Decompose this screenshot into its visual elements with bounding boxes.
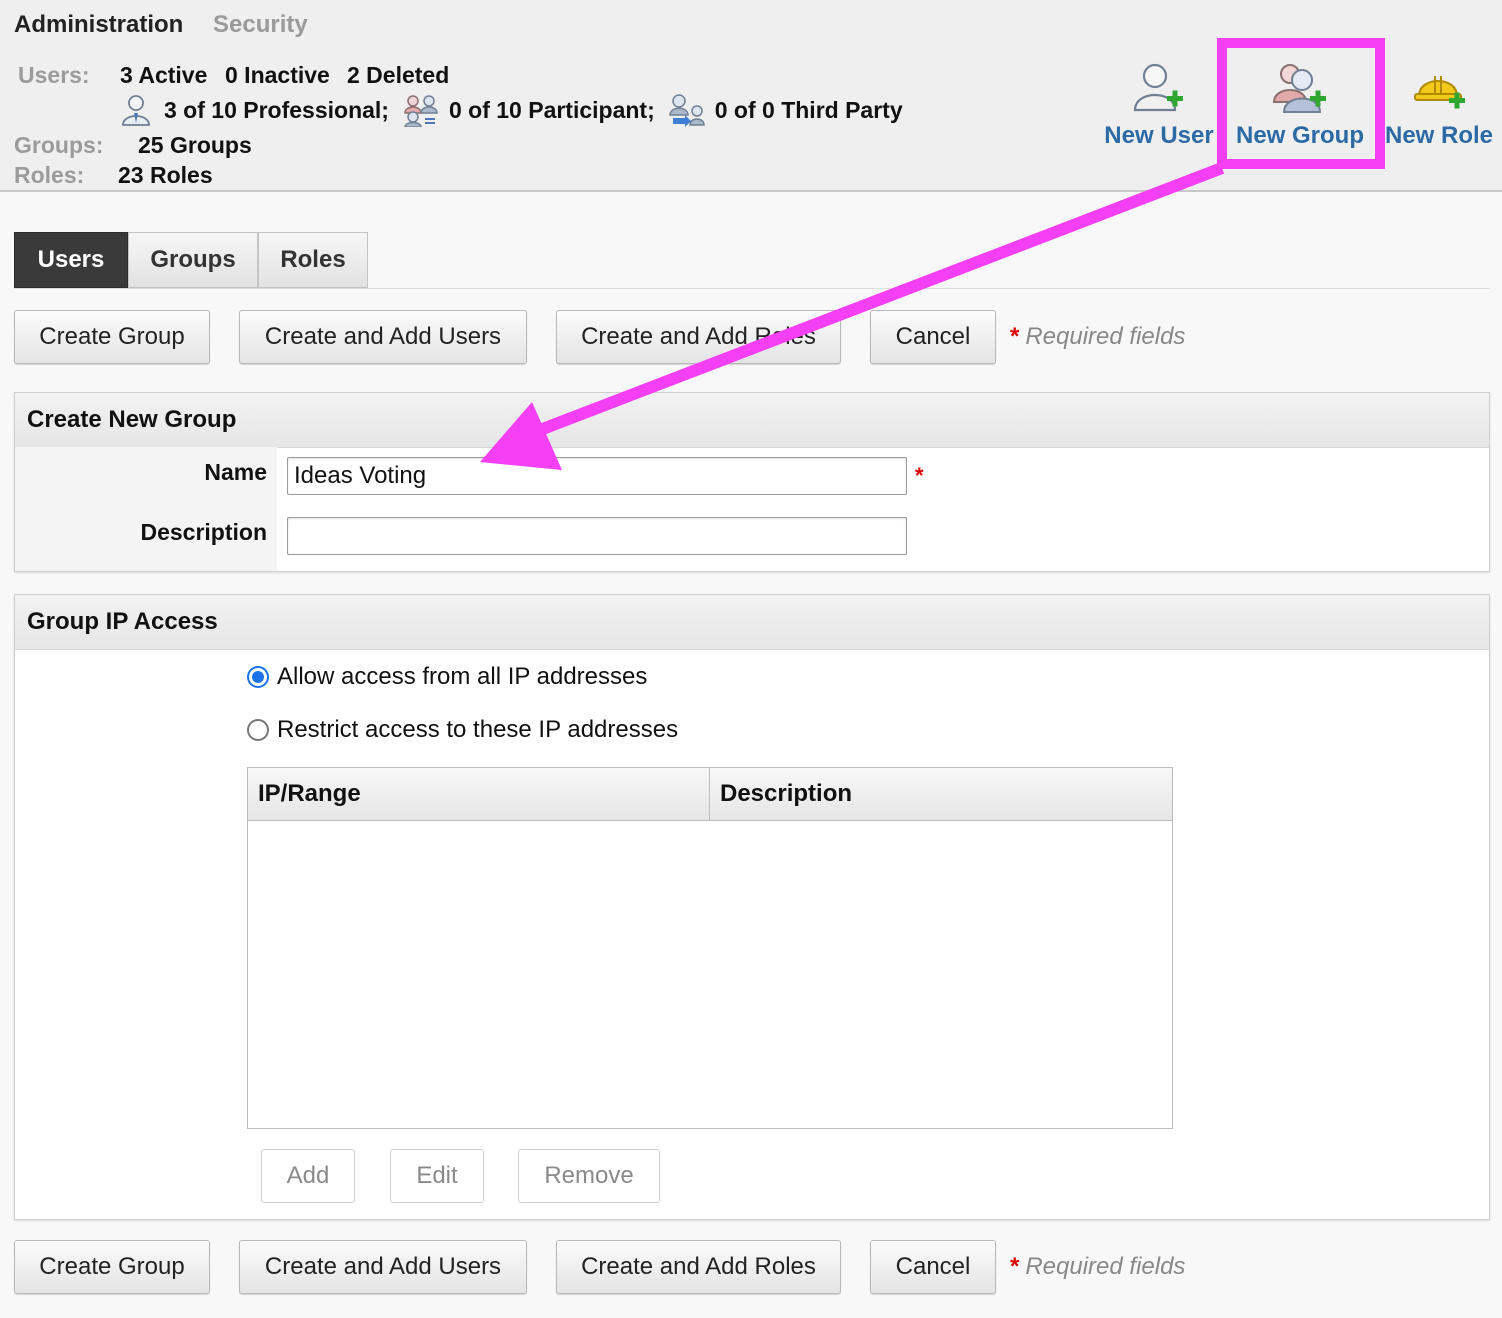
required-fields-text-bottom: Required fields [1025, 1253, 1185, 1280]
roles-count: 23 Roles [118, 162, 213, 189]
create-group-button-bottom[interactable]: Create Group [14, 1240, 210, 1294]
group-description-input[interactable] [287, 517, 907, 555]
column-header-description[interactable]: Description [710, 768, 1172, 820]
users-active-count: 3 Active [120, 62, 207, 89]
users-inactive-count: 0 Inactive [225, 62, 330, 89]
column-header-ip-range[interactable]: IP/Range [248, 768, 710, 820]
required-star: * [1010, 323, 1019, 350]
professional-user-icon [118, 93, 154, 127]
allow-all-ip-radio[interactable] [247, 666, 269, 688]
required-fields-note: *Required fields [1010, 323, 1185, 351]
create-group-button[interactable]: Create Group [14, 310, 210, 364]
new-user-label: New User [1104, 122, 1213, 150]
annotation-arrow-shaft [540, 168, 1222, 430]
group-ip-access-panel: Group IP Access Allow access from all IP… [14, 594, 1490, 1220]
tab-users[interactable]: Users [14, 232, 128, 288]
roles-label: Roles: [14, 162, 84, 189]
group-ip-access-title: Group IP Access [15, 595, 1489, 650]
new-role-label: New Role [1385, 122, 1493, 150]
tab-roles[interactable]: Roles [258, 232, 368, 288]
name-required-star: * [915, 463, 924, 489]
allow-all-ip-label: Allow access from all IP addresses [277, 663, 647, 691]
breadcrumb-administration[interactable]: Administration [14, 11, 183, 39]
required-fields-text: Required fields [1025, 323, 1185, 350]
restrict-ip-option[interactable]: Restrict access to these IP addresses [247, 716, 678, 744]
create-and-add-users-button-bottom[interactable]: Create and Add Users [239, 1240, 527, 1294]
required-star-bottom: * [1010, 1253, 1019, 1280]
users-deleted-count: 2 Deleted [347, 62, 449, 89]
new-user-icon [1131, 60, 1187, 116]
ip-table-body [248, 821, 1172, 1129]
cancel-button[interactable]: Cancel [870, 310, 996, 364]
new-group-icon [1272, 60, 1328, 116]
create-and-add-roles-button-bottom[interactable]: Create and Add Roles [556, 1240, 841, 1294]
new-group-button[interactable]: New Group [1230, 60, 1370, 160]
license-summary: 3 of 10 Professional; 0 of 10 Participan… [118, 92, 917, 128]
required-fields-note-bottom: *Required fields [1010, 1253, 1185, 1281]
tab-groups[interactable]: Groups [128, 232, 258, 288]
new-role-button[interactable]: New Role [1384, 60, 1494, 160]
restrict-ip-label: Restrict access to these IP addresses [277, 716, 678, 744]
new-user-button[interactable]: New User [1102, 60, 1216, 160]
admin-header: Administration Security Users: 3 Active … [0, 0, 1502, 192]
create-new-group-panel: Create New Group Name * Description [14, 392, 1490, 572]
group-name-input[interactable] [287, 457, 907, 495]
name-label: Name [204, 459, 267, 486]
license-professional: 3 of 10 Professional; [164, 97, 389, 124]
groups-label: Groups: [14, 132, 103, 159]
tab-divider [14, 288, 1490, 289]
new-group-label: New Group [1236, 122, 1364, 150]
participant-user-icon [403, 93, 439, 127]
create-and-add-users-button[interactable]: Create and Add Users [239, 310, 527, 364]
cancel-button-bottom[interactable]: Cancel [870, 1240, 996, 1294]
description-label: Description [140, 519, 267, 546]
restrict-ip-radio[interactable] [247, 719, 269, 741]
groups-count: 25 Groups [138, 132, 252, 159]
breadcrumb-security[interactable]: Security [213, 11, 308, 39]
users-label: Users: [18, 62, 90, 89]
license-participant: 0 of 10 Participant; [449, 97, 655, 124]
allow-all-ip-option[interactable]: Allow access from all IP addresses [247, 663, 647, 691]
add-ip-button[interactable]: Add [261, 1149, 355, 1203]
license-third-party: 0 of 0 Third Party [715, 97, 903, 124]
new-role-icon [1411, 60, 1467, 116]
ip-table-header: IP/Range Description [248, 768, 1172, 821]
create-and-add-roles-button[interactable]: Create and Add Roles [556, 310, 841, 364]
ip-range-table: IP/Range Description [247, 767, 1173, 1129]
edit-ip-button[interactable]: Edit [390, 1149, 484, 1203]
create-new-group-title: Create New Group [15, 393, 1489, 448]
third-party-user-icon [669, 93, 705, 127]
remove-ip-button[interactable]: Remove [518, 1149, 660, 1203]
